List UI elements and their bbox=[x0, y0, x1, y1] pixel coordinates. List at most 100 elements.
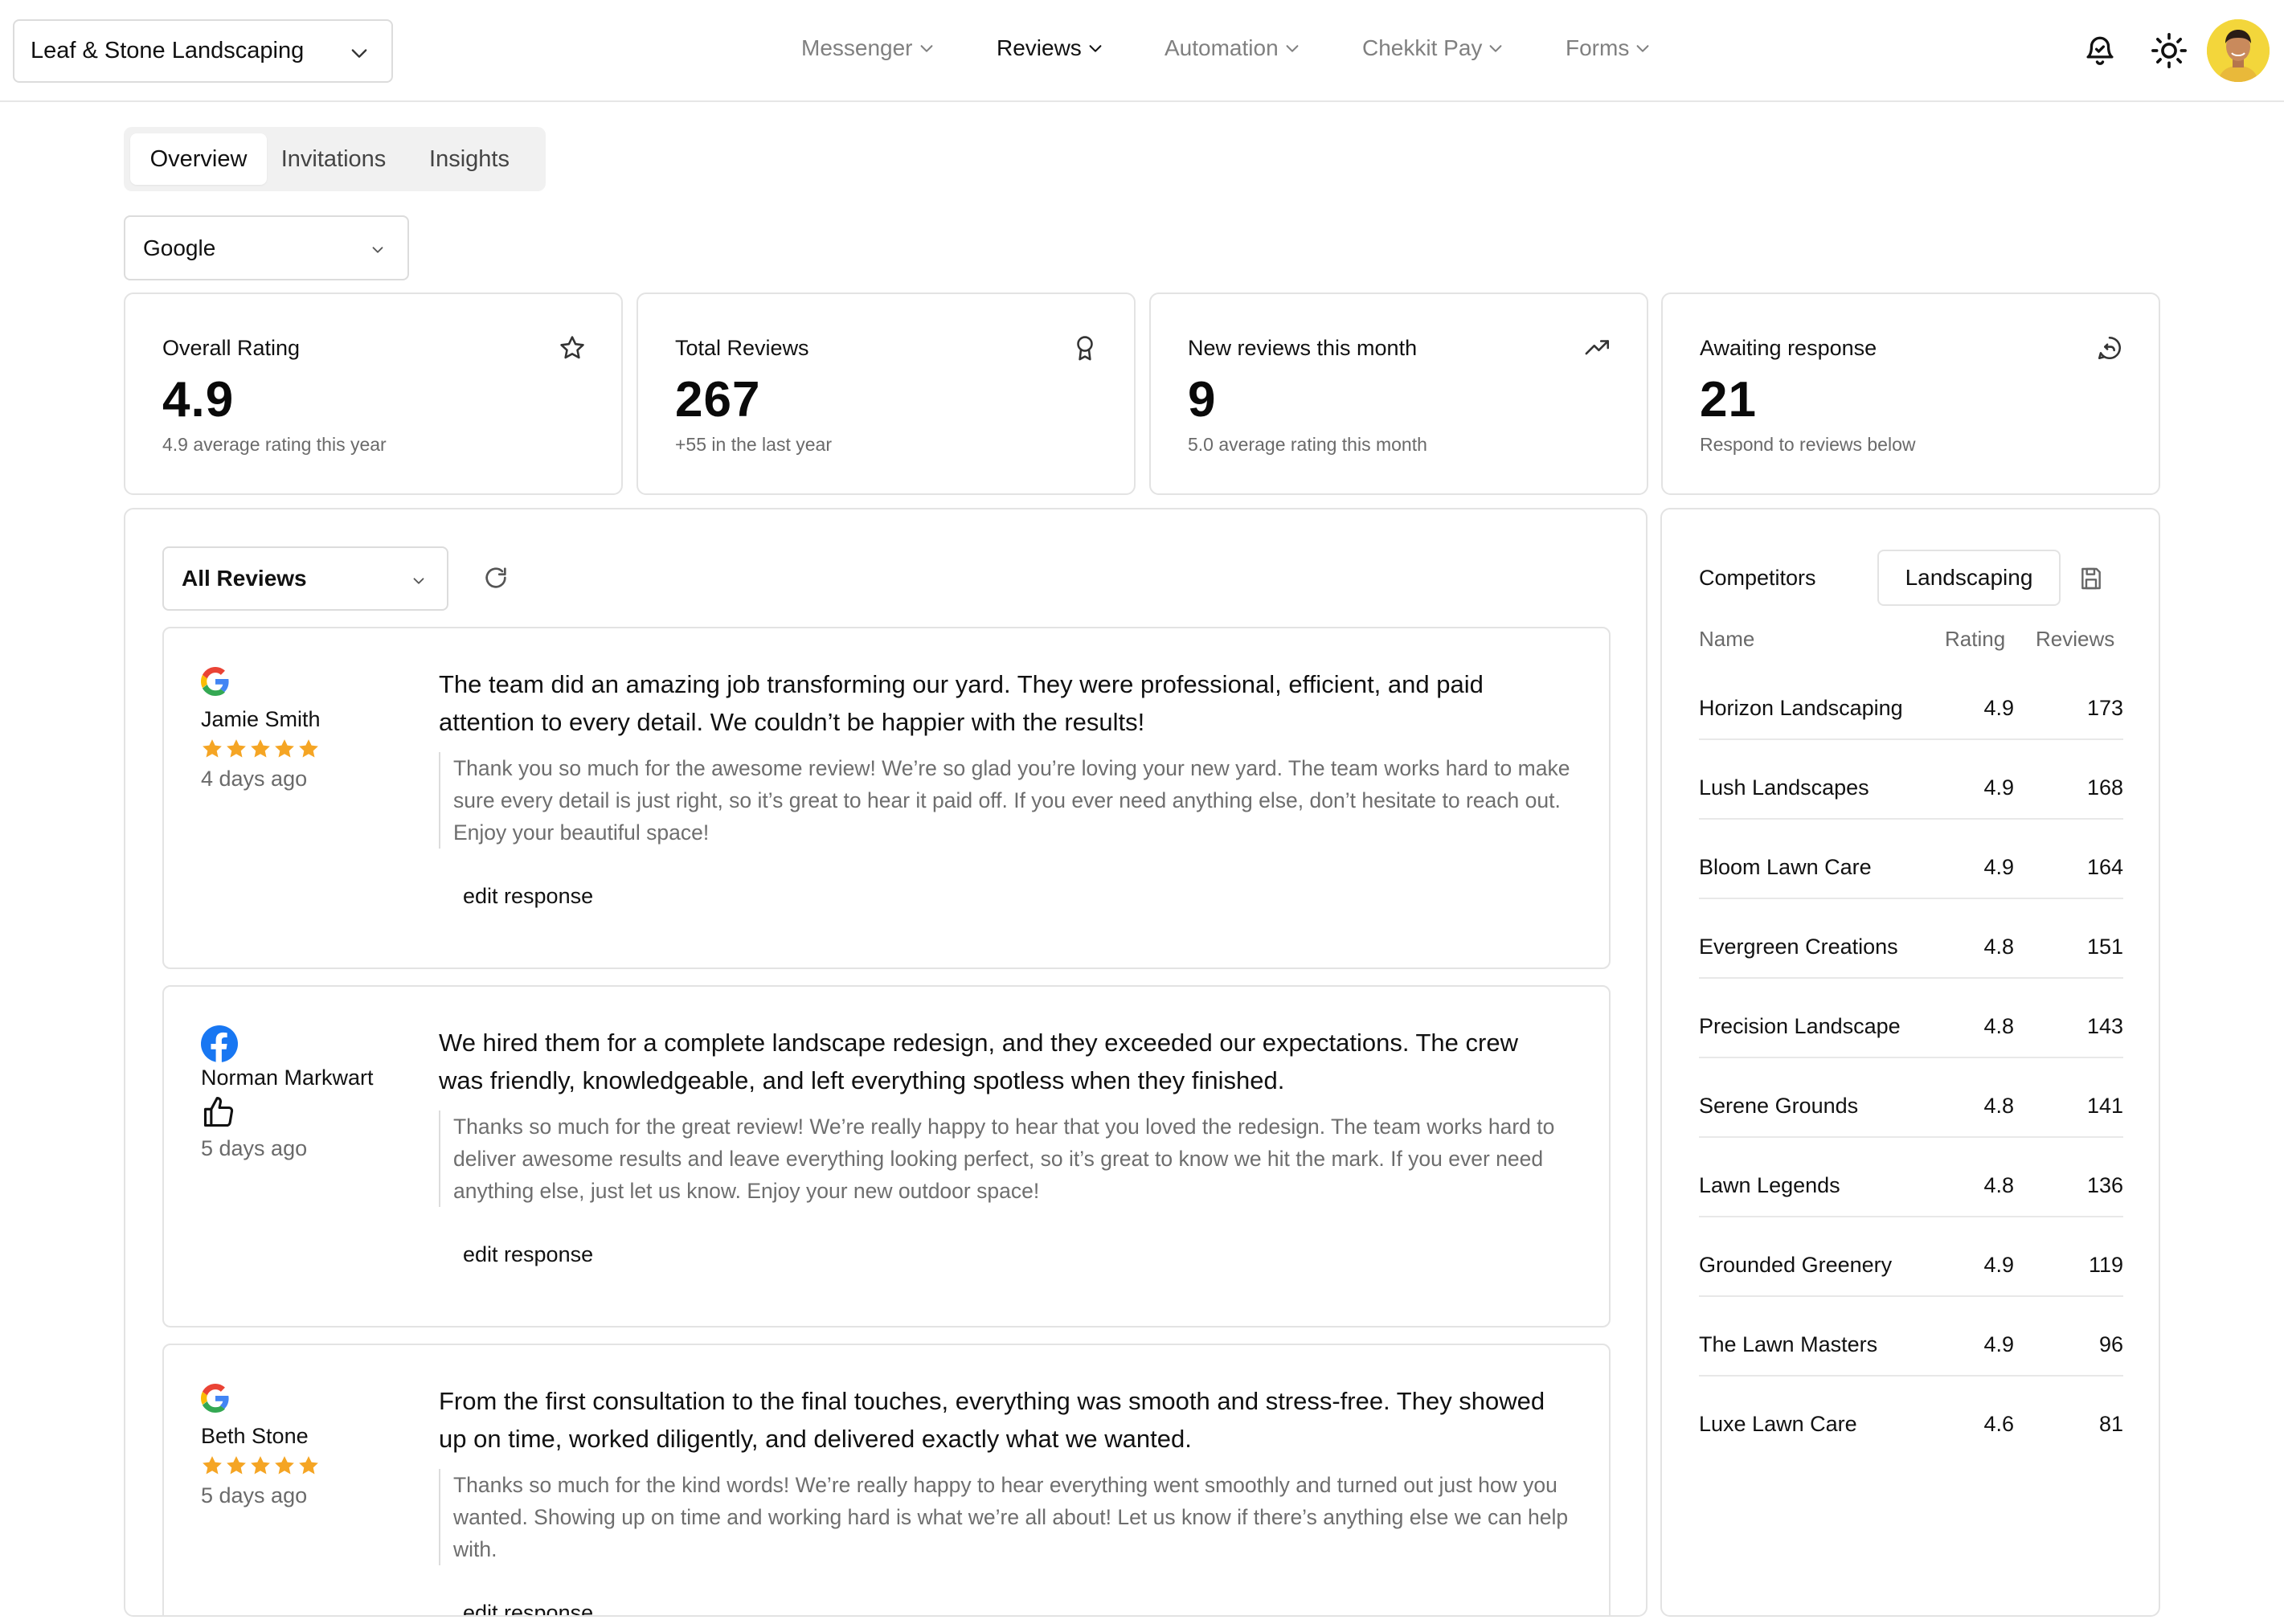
stat-value: 267 bbox=[675, 372, 761, 427]
review-text: The team did an amazing job transforming… bbox=[439, 670, 1484, 736]
main-nav: Messenger Reviews Automation Chekkit Pay… bbox=[0, 0, 2284, 102]
nav-automation[interactable]: Automation bbox=[1165, 35, 1301, 61]
refresh-icon[interactable] bbox=[482, 564, 510, 591]
competitor-category-button[interactable]: Landscaping bbox=[1877, 550, 2061, 606]
tab-bar: Overview Invitations Insights bbox=[124, 127, 546, 191]
google-icon bbox=[201, 667, 230, 696]
nav-label: Messenger bbox=[801, 35, 913, 60]
competitor-name: Precision Landscape bbox=[1699, 1014, 1901, 1038]
star-filled-icon bbox=[203, 1456, 222, 1475]
stat-card-total-reviews: Total Reviews 267 +55 in the last year bbox=[636, 292, 1136, 495]
review-date: 5 days ago bbox=[201, 1483, 308, 1507]
competitor-rating: 4.8 bbox=[1983, 1173, 2014, 1197]
competitors-table-header: Name Rating Reviews bbox=[1699, 627, 2123, 659]
competitor-reviews: 81 bbox=[2098, 1412, 2123, 1436]
competitor-name: Grounded Greenery bbox=[1699, 1253, 1893, 1277]
edit-response-button[interactable]: edit response bbox=[463, 1242, 593, 1267]
chevron-down-icon bbox=[918, 39, 935, 57]
stat-subtext: 4.9 average rating this year bbox=[162, 434, 387, 455]
stat-card-overall-rating: Overall Rating 4.9 4.9 average rating th… bbox=[124, 292, 623, 495]
star-filled-icon bbox=[299, 1456, 318, 1475]
star-icon bbox=[559, 334, 586, 362]
nav-messenger[interactable]: Messenger bbox=[801, 35, 935, 61]
reviews-panel: All Reviews Jamie Smith 4 days ago The t… bbox=[124, 508, 1648, 1617]
nav-label: Forms bbox=[1566, 35, 1630, 60]
column-header-name: Name bbox=[1699, 627, 1755, 651]
competitor-name: Lawn Legends bbox=[1699, 1173, 1840, 1197]
chevron-down-icon bbox=[1283, 39, 1301, 57]
reviews-filter-value: All Reviews bbox=[182, 566, 307, 591]
chevron-down-icon bbox=[1487, 39, 1504, 57]
tab-label: Invitations bbox=[280, 145, 387, 172]
table-row: The Lawn Masters 4.9 96 bbox=[1699, 1297, 2123, 1377]
competitor-rating: 4.8 bbox=[1983, 1094, 2014, 1118]
star-filled-icon bbox=[299, 739, 318, 758]
stat-subtext: Respond to reviews below bbox=[1700, 434, 1916, 455]
tab-overview[interactable]: Overview bbox=[130, 133, 267, 185]
top-bar: Leaf & Stone Landscaping Messenger Revie… bbox=[0, 0, 2284, 102]
competitor-reviews: 143 bbox=[2086, 1014, 2123, 1038]
competitor-reviews: 164 bbox=[2086, 855, 2123, 879]
award-icon bbox=[1071, 334, 1099, 362]
competitor-name: Lush Landscapes bbox=[1699, 775, 1869, 800]
competitor-reviews: 168 bbox=[2086, 775, 2123, 800]
edit-response-button[interactable]: edit response bbox=[463, 1601, 593, 1615]
competitor-rating: 4.9 bbox=[1983, 696, 2014, 720]
competitor-rating: 4.9 bbox=[1983, 1332, 2014, 1356]
review-source-select[interactable]: Google bbox=[124, 215, 409, 280]
table-row: Evergreen Creations 4.8 151 bbox=[1699, 899, 2123, 979]
competitor-rating: 4.9 bbox=[1983, 775, 2014, 800]
review-card: Norman Markwart 5 days ago We hired them… bbox=[162, 985, 1611, 1327]
trending-up-icon bbox=[1584, 334, 1611, 362]
competitors-table: Horizon Landscaping 4.9 173 Lush Landsca… bbox=[1699, 661, 2123, 1456]
stat-label: New reviews this month bbox=[1188, 336, 1418, 360]
nav-label: Reviews bbox=[997, 35, 1082, 60]
stat-label: Overall Rating bbox=[162, 336, 301, 360]
tab-label: Overview bbox=[149, 145, 248, 172]
star-filled-icon bbox=[251, 739, 270, 758]
competitor-reviews: 119 bbox=[2088, 1253, 2123, 1277]
star-filled-icon bbox=[203, 739, 222, 758]
competitor-rating: 4.9 bbox=[1983, 1253, 2014, 1277]
review-text: From the first consultation to the final… bbox=[439, 1387, 1545, 1453]
review-reply: Thanks so much for the kind words! We’re… bbox=[439, 1469, 1572, 1565]
chevron-down-icon bbox=[1634, 39, 1652, 57]
stat-card-new-reviews: New reviews this month 9 5.0 average rat… bbox=[1149, 292, 1648, 495]
competitor-name: Luxe Lawn Care bbox=[1699, 1412, 1857, 1436]
facebook-icon bbox=[201, 1025, 238, 1062]
nav-reviews[interactable]: Reviews bbox=[997, 35, 1104, 61]
table-row: Lush Landscapes 4.9 168 bbox=[1699, 740, 2123, 820]
bell-icon[interactable] bbox=[2083, 32, 2117, 69]
reviews-filter-select[interactable]: All Reviews bbox=[162, 546, 448, 611]
tab-insights[interactable]: Insights bbox=[397, 133, 542, 185]
edit-response-button[interactable]: edit response bbox=[463, 884, 593, 909]
review-date: 4 days ago bbox=[201, 767, 308, 791]
rating-stars bbox=[201, 738, 320, 760]
avatar[interactable] bbox=[2207, 19, 2270, 82]
competitor-name: Horizon Landscaping bbox=[1699, 696, 1903, 720]
competitor-name: The Lawn Masters bbox=[1699, 1332, 1878, 1356]
table-row: Precision Landscape 4.8 143 bbox=[1699, 979, 2123, 1058]
nav-forms[interactable]: Forms bbox=[1566, 35, 1652, 61]
save-icon[interactable] bbox=[2078, 566, 2104, 591]
tab-invitations[interactable]: Invitations bbox=[273, 133, 394, 185]
chevron-down-icon bbox=[410, 572, 428, 590]
stat-card-awaiting-response: Awaiting response 21 Respond to reviews … bbox=[1661, 292, 2160, 495]
competitor-rating: 4.8 bbox=[1983, 935, 2014, 959]
competitor-name: Serene Grounds bbox=[1699, 1094, 1859, 1118]
table-row: Horizon Landscaping 4.9 173 bbox=[1699, 661, 2123, 740]
competitor-rating: 4.6 bbox=[1983, 1412, 2014, 1436]
column-header-rating: Rating bbox=[1945, 627, 2006, 651]
rating-stars bbox=[201, 1454, 320, 1477]
table-row: Lawn Legends 4.8 136 bbox=[1699, 1138, 2123, 1217]
google-icon bbox=[201, 1384, 230, 1413]
star-filled-icon bbox=[251, 1456, 270, 1475]
review-card: Beth Stone 5 days ago From the first con… bbox=[162, 1344, 1611, 1615]
nav-chekkit-pay[interactable]: Chekkit Pay bbox=[1362, 35, 1504, 61]
chevron-down-icon bbox=[1087, 39, 1104, 57]
review-source-value: Google bbox=[143, 235, 216, 260]
sun-icon[interactable] bbox=[2151, 32, 2188, 69]
review-text: We hired them for a complete landscape r… bbox=[439, 1029, 1518, 1094]
review-author: Jamie Smith bbox=[201, 707, 321, 731]
review-author: Beth Stone bbox=[201, 1424, 309, 1448]
